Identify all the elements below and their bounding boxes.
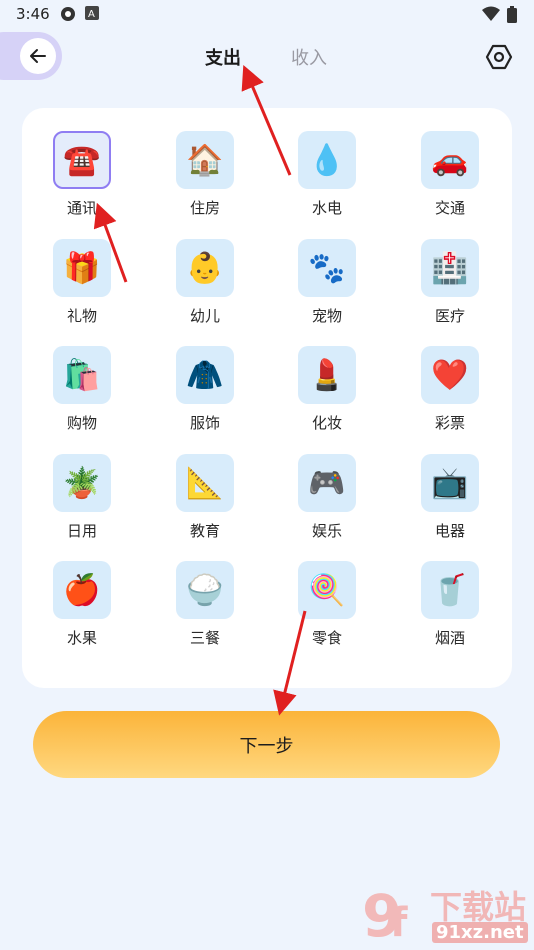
status-bar: 3:46 A [0, 0, 534, 28]
category-item[interactable]: ❤️ 彩票 [400, 346, 500, 446]
next-step-button[interactable]: 下一步 [33, 711, 500, 778]
category-label: 彩票 [434, 414, 465, 432]
category-icon: 🍚 [176, 561, 234, 619]
category-label: 水果 [66, 629, 97, 647]
watermark: 9 f 下载站 91xz.net [360, 880, 530, 950]
settings-button[interactable] [484, 42, 514, 72]
arrow-left-icon [30, 49, 46, 63]
category-icon: ❤️ [421, 346, 479, 404]
category-item[interactable]: 🍚 三餐 [155, 561, 255, 661]
category-label: 幼儿 [189, 307, 220, 325]
category-icon: 👶 [176, 239, 234, 297]
category-icon: 🧥 [176, 346, 234, 404]
category-icon: 🏥 [421, 239, 479, 297]
category-label: 电器 [434, 522, 465, 540]
category-item[interactable]: 💄 化妆 [277, 346, 377, 446]
category-label: 化妆 [311, 414, 342, 432]
category-label: 通讯 [66, 199, 97, 217]
category-item[interactable]: 🏥 医疗 [400, 239, 500, 339]
category-label: 零食 [311, 629, 342, 647]
category-label: 三餐 [189, 629, 220, 647]
category-label: 医疗 [434, 307, 465, 325]
category-item[interactable]: 🍎 水果 [32, 561, 132, 661]
category-icon: 🚗 [421, 131, 479, 189]
category-label: 宠物 [311, 307, 342, 325]
category-item[interactable]: 🥤 烟酒 [400, 561, 500, 661]
category-icon: 📐 [176, 454, 234, 512]
category-item[interactable]: 🛍️ 购物 [32, 346, 132, 446]
category-icon: 🪴 [53, 454, 111, 512]
category-item[interactable]: 💧 水电 [277, 131, 377, 231]
category-item[interactable]: 📺 电器 [400, 454, 500, 554]
category-label: 日用 [66, 522, 97, 540]
category-icon: ☎️ [53, 131, 111, 189]
category-item[interactable]: 🧥 服饰 [155, 346, 255, 446]
category-item[interactable]: 🍭 零食 [277, 561, 377, 661]
category-label: 娱乐 [311, 522, 342, 540]
hexagon-settings-icon [485, 44, 513, 70]
category-icon: 💄 [298, 346, 356, 404]
app-notification-icon [61, 7, 75, 21]
category-icon: 🐾 [298, 239, 356, 297]
svg-text:A: A [88, 9, 95, 20]
category-label: 交通 [434, 199, 465, 217]
category-label: 服饰 [189, 414, 220, 432]
category-item[interactable]: 🪴 日用 [32, 454, 132, 554]
category-label: 教育 [189, 522, 220, 540]
category-icon: 🎮 [298, 454, 356, 512]
category-icon: 🍎 [53, 561, 111, 619]
category-item[interactable]: 🏠 住房 [155, 131, 255, 231]
svg-text:f: f [390, 900, 408, 946]
category-item[interactable]: 👶 幼儿 [155, 239, 255, 339]
next-step-label: 下一步 [239, 735, 294, 757]
category-icon: 💧 [298, 131, 356, 189]
category-icon: 🍭 [298, 561, 356, 619]
status-time: 3:46 [16, 5, 50, 23]
category-item[interactable]: ☎️ 通讯 [32, 131, 132, 231]
category-grid: ☎️ 通讯 🏠 住房 💧 水电 🚗 交通 🎁 礼物 👶 幼儿 🐾 宠物 🏥 医疗 🛍️ 购物 🧥 服饰 💄 化妆 ❤️ 彩票 🪴… [22, 108, 512, 688]
wifi-icon [482, 6, 500, 21]
category-label: 住房 [189, 199, 220, 217]
category-label: 礼物 [66, 307, 97, 325]
watermark-site: 91xz.net [432, 922, 528, 943]
category-item[interactable]: 🎁 礼物 [32, 239, 132, 339]
category-label: 购物 [66, 414, 97, 432]
tab-income[interactable]: 收入 [291, 44, 327, 70]
category-item[interactable]: 📐 教育 [155, 454, 255, 554]
category-label: 烟酒 [434, 629, 465, 647]
category-icon: 🎁 [53, 239, 111, 297]
category-item[interactable]: 🚗 交通 [400, 131, 500, 231]
font-notification-icon: A [85, 6, 99, 20]
category-icon: 🛍️ [53, 346, 111, 404]
category-item[interactable]: 🐾 宠物 [277, 239, 377, 339]
category-item[interactable]: 🎮 娱乐 [277, 454, 377, 554]
category-label: 水电 [311, 199, 342, 217]
category-icon: 🏠 [176, 131, 234, 189]
back-button[interactable] [20, 38, 56, 74]
category-icon: 🥤 [421, 561, 479, 619]
tab-expense[interactable]: 支出 [205, 44, 241, 70]
category-icon: 📺 [421, 454, 479, 512]
battery-icon [507, 6, 517, 23]
